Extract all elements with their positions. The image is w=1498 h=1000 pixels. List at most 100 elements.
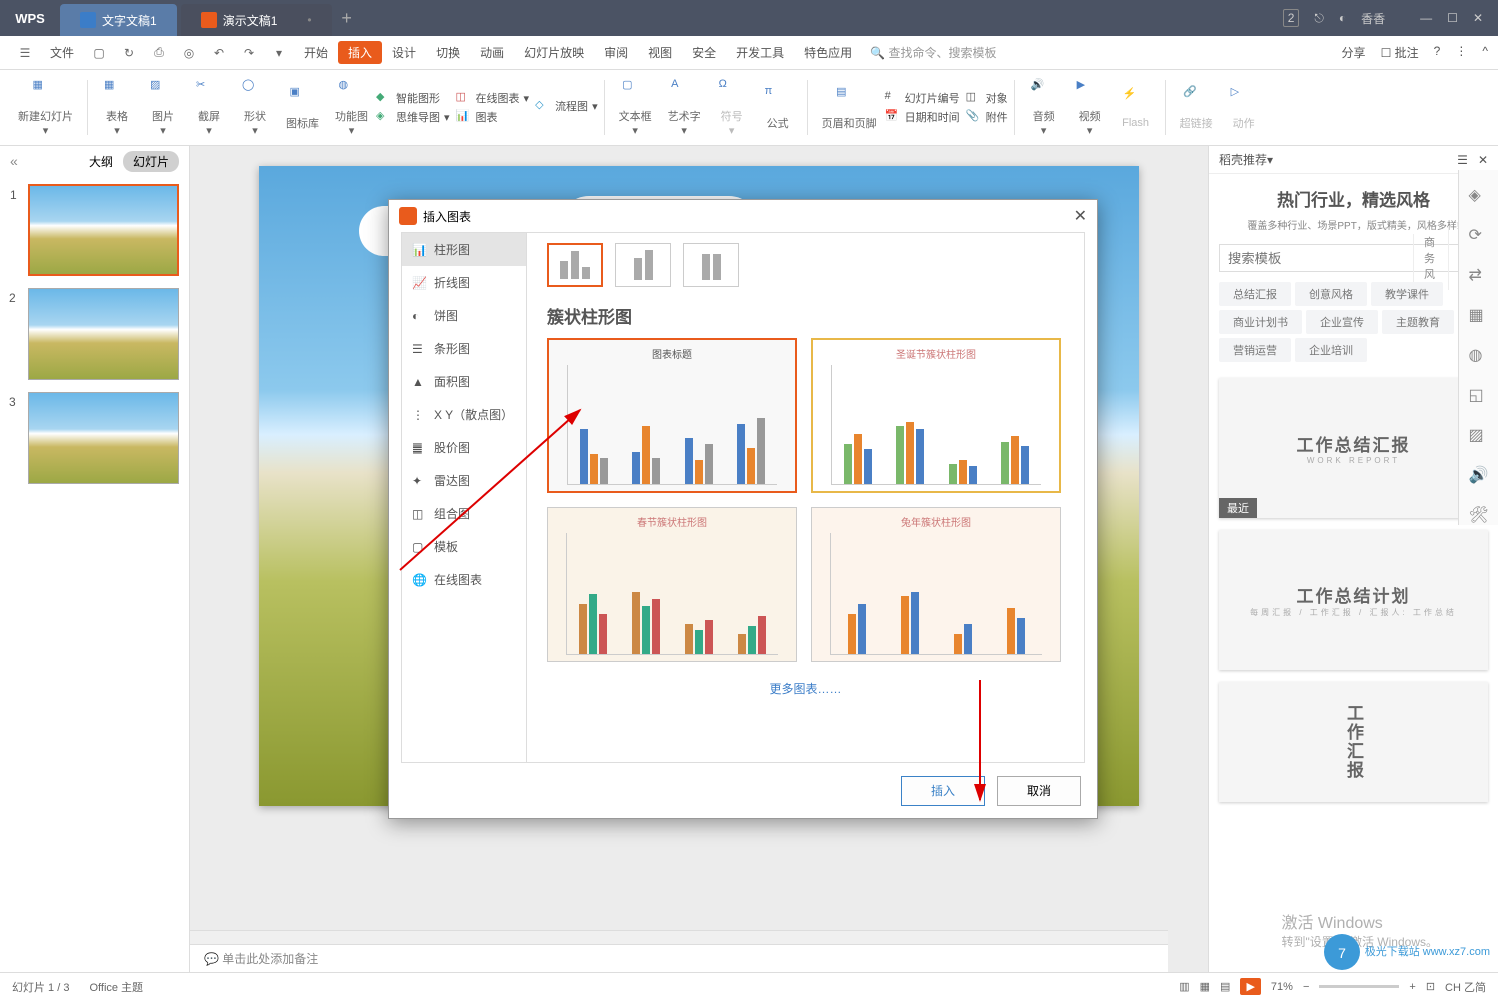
hyperlink-button[interactable]: 🔗超链接: [1172, 81, 1221, 135]
tab-special[interactable]: 特色应用: [794, 41, 862, 64]
tab-start[interactable]: 开始: [294, 41, 338, 64]
gallery-icon[interactable]: ▨: [1469, 425, 1489, 445]
headerfooter-button[interactable]: ▤页眉和页脚: [814, 81, 885, 135]
dropdown-icon[interactable]: ▾: [269, 43, 289, 63]
notes-bar[interactable]: 💬 单击此处添加备注: [190, 944, 1168, 972]
file-menu[interactable]: 文件: [40, 41, 84, 64]
tag[interactable]: 主题教育: [1382, 310, 1454, 334]
template-card-1[interactable]: 工作总结汇报 WORK REPORT 最近: [1219, 378, 1488, 518]
cat-column[interactable]: 📊柱形图: [402, 233, 526, 266]
command-search[interactable]: 🔍 查找命令、搜索模板: [870, 44, 996, 61]
share-button[interactable]: 分享: [1342, 44, 1366, 61]
attachment-button[interactable]: 📎附件: [966, 109, 1008, 125]
object-button[interactable]: ◫对象: [966, 90, 1008, 106]
wordart-button[interactable]: A艺术字 ▾: [660, 74, 709, 141]
tag[interactable]: 总结汇报: [1219, 282, 1291, 306]
slide-thumb-3[interactable]: 3: [28, 392, 179, 484]
screenshot-button[interactable]: ✂截屏 ▾: [186, 74, 232, 141]
tab-insert[interactable]: 插入: [338, 41, 382, 64]
slideshow-button[interactable]: ▶: [1240, 978, 1260, 995]
zoom-slider[interactable]: [1319, 985, 1399, 988]
minimize-button[interactable]: —: [1420, 11, 1432, 25]
gift-icon[interactable]: ⎋: [1314, 11, 1324, 26]
print-icon[interactable]: ⎙: [149, 43, 169, 63]
action-button[interactable]: ▷动作: [1221, 81, 1267, 135]
outline-tab[interactable]: 大纲: [89, 153, 113, 170]
tag[interactable]: 教学课件: [1371, 282, 1443, 306]
slide-thumb-2[interactable]: 2: [28, 288, 179, 380]
chart-preview-2[interactable]: 圣诞节簇状柱形图: [811, 338, 1061, 493]
close-button[interactable]: ✕: [1473, 11, 1483, 25]
tab-review[interactable]: 审阅: [594, 41, 638, 64]
tag[interactable]: 商业计划书: [1219, 310, 1302, 334]
resource-icon[interactable]: ◱: [1469, 385, 1489, 405]
panel-close-icon[interactable]: ✕: [1478, 153, 1488, 167]
scrollbar[interactable]: [190, 930, 1168, 944]
symbol-button[interactable]: Ω符号 ▾: [709, 74, 755, 141]
tab-slideshow[interactable]: 幻灯片放映: [514, 41, 594, 64]
template-search[interactable]: 商务风 教育教学: [1219, 244, 1488, 272]
chart-button[interactable]: 📊图表: [456, 109, 530, 125]
tools-icon[interactable]: 🛠: [1469, 505, 1489, 525]
subtype-stacked[interactable]: [615, 243, 671, 287]
dialog-close-button[interactable]: ✕: [1074, 206, 1087, 226]
table-button[interactable]: ▦表格 ▾: [94, 74, 140, 141]
tab-animation[interactable]: 动画: [470, 41, 514, 64]
cat-line[interactable]: 📈折线图: [402, 266, 526, 299]
open-icon[interactable]: ▢: [89, 43, 109, 63]
slides-tab[interactable]: 幻灯片: [123, 151, 179, 172]
audio-icon[interactable]: 🔊: [1469, 465, 1489, 485]
comment-button[interactable]: ☐ 批注: [1381, 44, 1419, 61]
doc-tab-2[interactable]: 演示文稿1 •: [181, 4, 332, 36]
iconlib-button[interactable]: ▣图标库: [278, 81, 327, 135]
menu-icon[interactable]: ☰: [15, 43, 35, 63]
zoom-in-button[interactable]: +: [1409, 981, 1415, 993]
new-slide-button[interactable]: ▦新建幻灯片 ▾: [10, 74, 81, 141]
tag[interactable]: 企业宣传: [1306, 310, 1378, 334]
tag[interactable]: 创意风格: [1295, 282, 1367, 306]
transition-icon[interactable]: ⇄: [1469, 265, 1489, 285]
tab-view[interactable]: 视图: [638, 41, 682, 64]
collapse-icon[interactable]: «: [10, 153, 18, 169]
datetime-button[interactable]: 📅日期和时间: [885, 109, 960, 125]
view-reading-icon[interactable]: ▤: [1220, 980, 1230, 993]
slide-thumb-1[interactable]: 1: [28, 184, 179, 276]
collapse-icon[interactable]: ^: [1482, 44, 1488, 61]
redo-icon[interactable]: ↷: [239, 43, 259, 63]
tab-transition[interactable]: 切换: [426, 41, 470, 64]
notification-icon[interactable]: 2: [1283, 9, 1300, 27]
chart-preview-4[interactable]: 兔年簇状柱形图: [811, 507, 1061, 662]
new-tab-button[interactable]: +: [332, 8, 362, 29]
view-sorter-icon[interactable]: ▦: [1200, 980, 1210, 993]
view-normal-icon[interactable]: ▥: [1179, 980, 1189, 993]
feature-button[interactable]: ◍功能图 ▾: [327, 74, 376, 141]
cat-bar[interactable]: ☰条形图: [402, 332, 526, 365]
tag[interactable]: 企业培训: [1295, 338, 1367, 362]
slidenumber-button[interactable]: #幻灯片编号: [885, 90, 960, 106]
video-button[interactable]: ▶视频 ▾: [1067, 74, 1113, 141]
panel-settings-icon[interactable]: ☰: [1457, 153, 1468, 167]
flowchart-button[interactable]: ◇流程图 ▾: [535, 98, 598, 114]
help-icon[interactable]: ?: [1434, 44, 1441, 61]
zoom-value[interactable]: 71%: [1271, 981, 1293, 993]
layout-icon[interactable]: ▦: [1469, 305, 1489, 325]
textbox-button[interactable]: ▢文本框 ▾: [611, 74, 660, 141]
audio-button[interactable]: 🔊音频 ▾: [1021, 74, 1067, 141]
tool-icon[interactable]: ◍: [1469, 345, 1489, 365]
template-card-3[interactable]: 工作汇报: [1219, 682, 1488, 802]
shape-button[interactable]: ◯形状 ▾: [232, 74, 278, 141]
flash-button[interactable]: ⚡Flash: [1113, 83, 1159, 133]
style-icon[interactable]: ◈: [1469, 185, 1489, 205]
subtype-clustered[interactable]: [547, 243, 603, 287]
template-card-2[interactable]: 工作总结计划 每周汇报 / 工作汇报 / 汇报人: 工作总结: [1219, 530, 1488, 670]
undo-icon[interactable]: ↶: [209, 43, 229, 63]
online-chart-button[interactable]: ◫在线图表 ▾: [456, 90, 530, 106]
preview-icon[interactable]: ◎: [179, 43, 199, 63]
doc-tab-1[interactable]: 文字文稿1: [60, 4, 177, 36]
tab-devtools[interactable]: 开发工具: [726, 41, 794, 64]
smartart-button[interactable]: ◆智能图形: [376, 90, 450, 106]
mindmap-button[interactable]: ◈思维导图 ▾: [376, 109, 450, 125]
anim-icon[interactable]: ⟳: [1469, 225, 1489, 245]
zoom-out-button[interactable]: −: [1303, 981, 1309, 993]
save-icon[interactable]: ↻: [119, 43, 139, 63]
